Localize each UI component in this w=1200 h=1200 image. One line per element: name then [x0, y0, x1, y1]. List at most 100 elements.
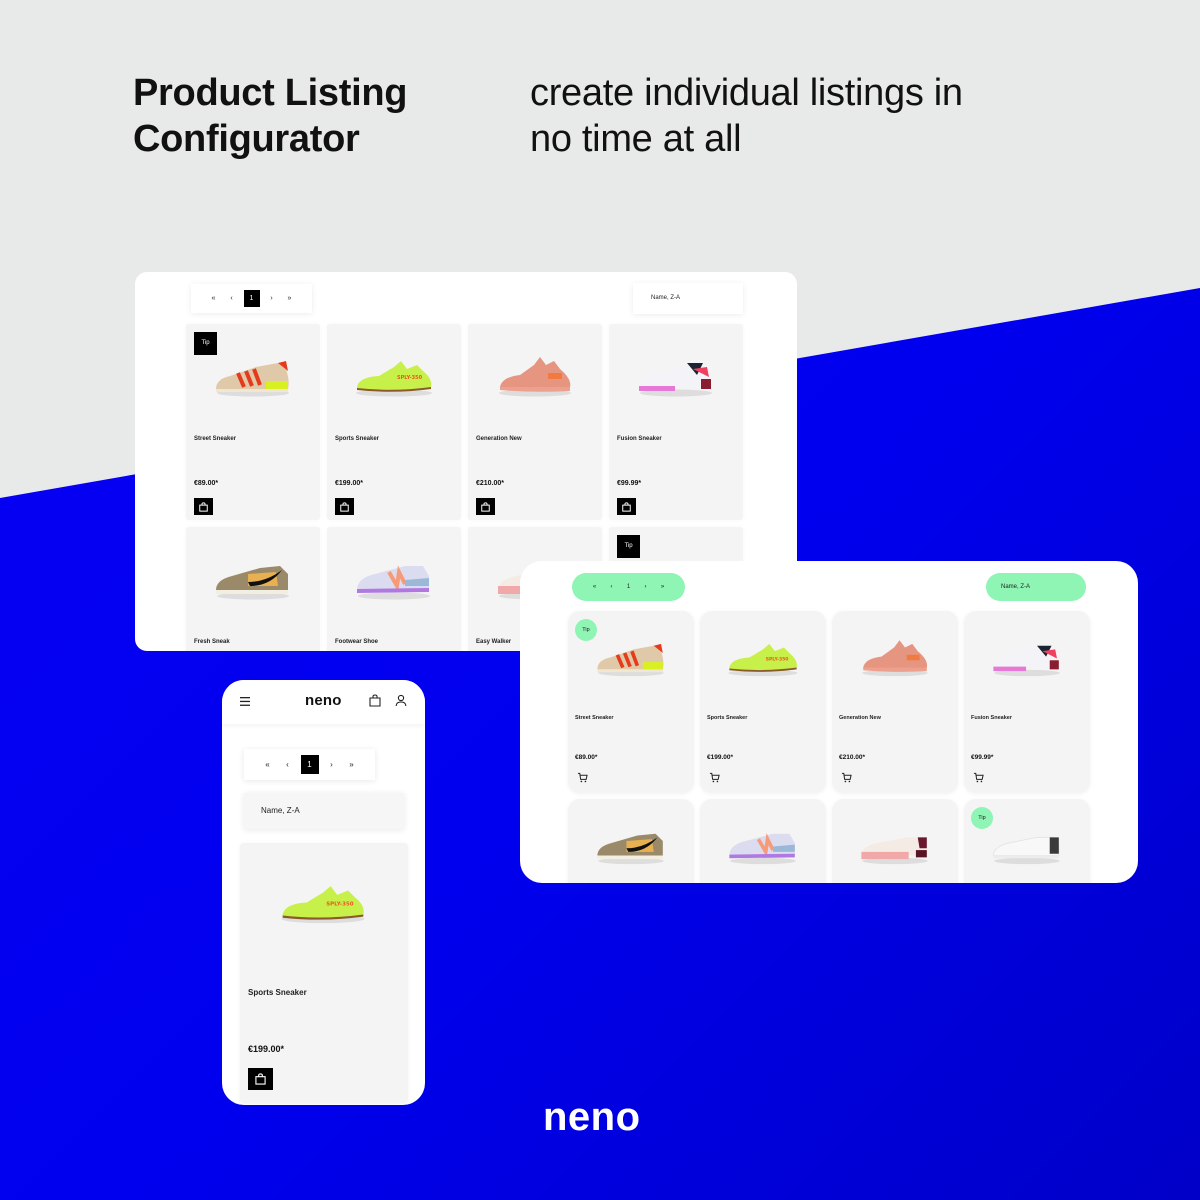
product-name[interactable]: Street Sneaker: [575, 715, 614, 721]
current-page-button[interactable]: 1: [624, 584, 634, 590]
product-price: €99.99*: [617, 480, 642, 487]
sort-select[interactable]: Name, Z-A: [244, 793, 404, 829]
prev-page-button[interactable]: ‹: [226, 295, 238, 302]
product-name[interactable]: Generation New: [476, 436, 522, 442]
mobile-header: neno: [222, 680, 425, 724]
product-card[interactable]: Generation New €210.00*: [468, 324, 602, 520]
shopping-bag-icon: [622, 501, 631, 512]
mobile-listing: neno « ‹ 1 › » Name, Z-A SPLY-350 Sports…: [222, 680, 425, 1105]
product-name[interactable]: Sports Sneaker: [335, 436, 379, 442]
product-name[interactable]: Generation New: [839, 715, 881, 721]
product-card[interactable]: Fusion Sneaker €99.99*: [964, 611, 1090, 793]
next-page-button[interactable]: ›: [266, 295, 278, 302]
white-sneaker-shoe-image: [992, 836, 1060, 865]
shopping-bag-icon[interactable]: [369, 694, 381, 707]
product-price: €210.00*: [476, 480, 505, 487]
product-price: €89.00*: [575, 754, 598, 761]
fresh-sneak-shoe-image: [597, 833, 664, 865]
shopping-bag-icon: [255, 1073, 266, 1085]
fresh-sneak-shoe-image: [216, 566, 289, 600]
shopping-bag-icon: [481, 501, 490, 512]
sort-select[interactable]: Name, Z-A: [986, 573, 1086, 601]
product-card[interactable]: Footwear Shoe: [327, 527, 461, 651]
product-price: €199.00*: [707, 754, 734, 761]
product-card[interactable]: Generation New €210.00*: [832, 611, 958, 793]
product-card[interactable]: Tip: [964, 799, 1090, 883]
first-page-button[interactable]: «: [590, 584, 600, 590]
headline: Product Listing Configurator: [133, 70, 493, 162]
svg-text:SPLY-350: SPLY-350: [397, 375, 423, 381]
product-name[interactable]: Fresh Sneak: [194, 639, 230, 645]
fusion-sneaker-shoe-image: [639, 361, 712, 397]
hamburger-menu-icon[interactable]: [240, 697, 250, 706]
product-card[interactable]: Fresh Sneak: [186, 527, 320, 651]
desktop-listing-green-style: « ‹ 1 › » Name, Z-A Tip Street Sneaker €89…: [520, 561, 1138, 883]
add-to-cart-button[interactable]: [476, 498, 495, 515]
cart-icon[interactable]: [841, 772, 852, 783]
pagination: « ‹ 1 › »: [191, 284, 312, 313]
first-page-button[interactable]: «: [261, 760, 275, 769]
user-account-icon[interactable]: [395, 694, 407, 707]
svg-text:SPLY-350: SPLY-350: [326, 902, 353, 908]
product-name[interactable]: Footwear Shoe: [335, 639, 378, 645]
footwear-shoe-image: [729, 833, 796, 865]
svg-text:SPLY-350: SPLY-350: [766, 656, 789, 662]
product-card[interactable]: Tip Street Sneaker €89.00*: [186, 324, 320, 520]
product-name[interactable]: Sports Sneaker: [248, 988, 307, 997]
product-grid: Tip Street Sneaker €89.00* SPLY-350 Sports S…: [568, 611, 1090, 883]
easy-walker-shoe-image: [861, 837, 928, 865]
next-page-button[interactable]: ›: [325, 760, 339, 769]
last-page-button[interactable]: »: [284, 295, 296, 302]
prev-page-button[interactable]: ‹: [607, 584, 617, 590]
cart-icon[interactable]: [973, 772, 984, 783]
headline-line-1: Product Listing: [133, 72, 408, 114]
product-card[interactable]: SPLY-350 Sports Sneaker €199.00*: [700, 611, 826, 793]
product-card[interactable]: Fresh Sneak: [568, 799, 694, 883]
last-page-button[interactable]: »: [658, 584, 668, 590]
cart-icon[interactable]: [577, 772, 588, 783]
first-page-button[interactable]: «: [208, 295, 220, 302]
product-name[interactable]: Sports Sneaker: [707, 715, 747, 721]
product-price: €99.99*: [971, 754, 994, 761]
product-card[interactable]: Footwear Shoe: [700, 799, 826, 883]
add-to-cart-button[interactable]: [617, 498, 636, 515]
pagination: « ‹ 1 › »: [572, 573, 685, 601]
product-name[interactable]: Street Sneaker: [194, 436, 236, 442]
sports-sneaker-shoe-image: SPLY-350: [728, 643, 798, 677]
product-name[interactable]: Fusion Sneaker: [971, 715, 1012, 721]
shopping-bag-icon: [199, 501, 208, 512]
tagline-line-1: create individual listings in: [530, 72, 963, 114]
prev-page-button[interactable]: ‹: [281, 760, 295, 769]
add-to-cart-button[interactable]: [335, 498, 354, 515]
sports-sneaker-shoe-image: SPLY-350: [281, 886, 365, 924]
headline-line-2: Configurator: [133, 118, 360, 160]
product-price: €199.00*: [335, 480, 364, 487]
generation-new-shoe-image: [862, 640, 928, 677]
footwear-shoe-image: [357, 565, 430, 600]
tagline-line-2: no time at all: [530, 118, 742, 160]
next-page-button[interactable]: ›: [641, 584, 651, 590]
shopping-bag-icon: [340, 501, 349, 512]
fusion-sneaker-shoe-image: [993, 643, 1060, 677]
current-page-button[interactable]: 1: [243, 290, 260, 307]
product-price: €199.00*: [248, 1044, 285, 1054]
add-to-cart-button[interactable]: [248, 1068, 273, 1090]
product-card[interactable]: Easy Walker: [832, 799, 958, 883]
product-card[interactable]: SPLY-350 Sports Sneaker €199.00*: [327, 324, 461, 520]
product-name[interactable]: Easy Walker: [476, 639, 511, 645]
last-page-button[interactable]: »: [345, 760, 359, 769]
street-sneaker-shoe-image: [597, 643, 664, 677]
product-card[interactable]: SPLY-350 Sports Sneaker €199.00*: [240, 843, 408, 1103]
sort-select[interactable]: Name, Z-A: [633, 283, 743, 314]
product-card[interactable]: Tip Street Sneaker €89.00*: [568, 611, 694, 793]
footer-brand-logo: neno: [543, 1095, 641, 1139]
add-to-cart-button[interactable]: [194, 498, 213, 515]
cart-icon[interactable]: [709, 772, 720, 783]
product-card[interactable]: Fusion Sneaker €99.99*: [609, 324, 743, 520]
product-price: €210.00*: [839, 754, 866, 761]
generation-new-shoe-image: [499, 357, 571, 397]
mobile-logo[interactable]: neno: [305, 692, 342, 709]
product-name[interactable]: Fusion Sneaker: [617, 436, 662, 442]
product-price: €89.00*: [194, 480, 219, 487]
current-page-button[interactable]: 1: [300, 755, 319, 774]
